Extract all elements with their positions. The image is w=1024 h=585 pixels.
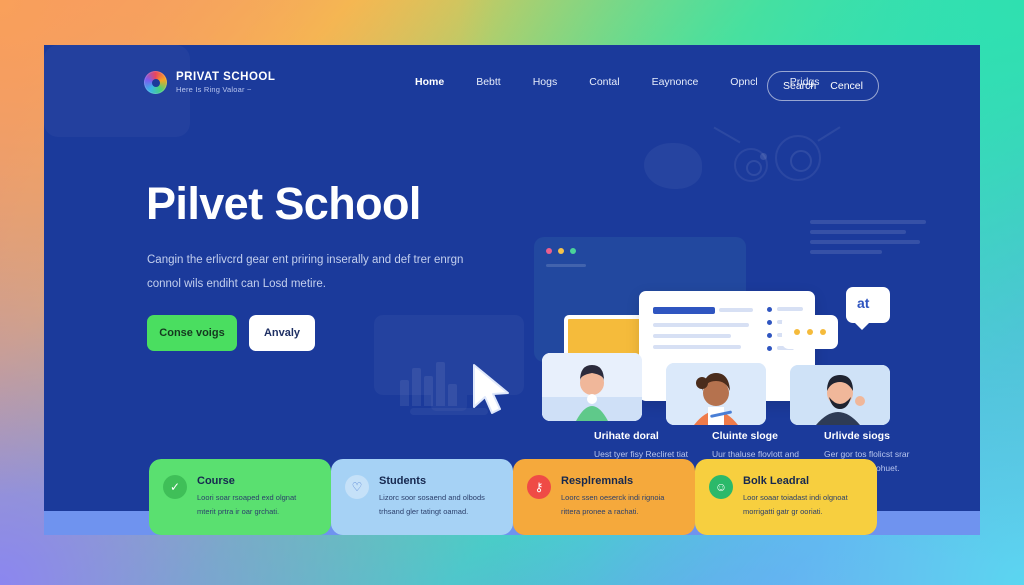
secondary-cta-button[interactable]: Anvaly [249,315,315,351]
nav-item-home[interactable]: Home [399,76,460,88]
nav-item-contal[interactable]: Contal [573,76,635,88]
chat-bubble-badge: at [846,287,890,330]
deco-blob [644,143,702,189]
brand-tagline: Here Is Ring Valoar ~ [176,85,252,95]
caption-title: Urlivde siogs [824,430,890,442]
check-circle-icon: ✓ [163,475,187,499]
page-title: Pilvet School [146,178,421,229]
heart-icon: ♡ [345,475,369,499]
feature-desc: Lizorc soor sosaend and olbods trhsand g… [379,493,485,516]
brand-name: PRIVAT SCHOOL [176,71,276,83]
chat-bubble-typing [782,315,838,356]
feature-card-requirements[interactable]: ⚷ Resplremnals Loorc ssen oeserck indi r… [513,459,695,535]
feature-title: Resplremnals [561,475,634,487]
feature-card-course[interactable]: ✓ Course Loori soar rsoaped exd olgnat m… [149,459,331,535]
feature-title: Course [197,475,235,487]
primary-cta-button[interactable]: Conse voigs [147,315,237,351]
deco-line [713,126,741,144]
deco-line [817,126,841,142]
feature-title: Students [379,475,427,487]
cancel-button[interactable]: Cencel [830,80,863,92]
caption-title: Cluinte sloge [712,430,778,442]
nav-item-opncl[interactable]: Opncl [714,76,773,88]
feature-desc: Loori soar rsoaped exd olgnat mterit prt… [197,493,297,516]
monitor-chart-icon [374,315,524,420]
deco-text-lines [810,220,926,260]
feature-desc: Loorc ssen oeserck indi rignoia rittera … [561,493,665,516]
brand-logo[interactable]: PRIVAT SCHOOL Here Is Ring Valoar ~ [144,71,275,95]
person-card-2 [666,363,766,425]
feature-desc: Loor soaar toiadast indi olgnoat morriga… [743,493,848,516]
smiley-icon: ☺ [709,475,733,499]
nav-item-eaynonce[interactable]: Eaynonce [636,76,715,88]
feature-card-leadership[interactable]: ☺ Bolk Leadral Loor soaar toiadast indi … [695,459,877,535]
nav-item-bebtt[interactable]: Bebtt [460,76,517,88]
page-root: PRIVAT SCHOOL Here Is Ring Valoar ~ Home… [0,0,1024,585]
feature-title: Bolk Leadral [743,475,810,487]
search-pill[interactable]: Search Cencel [767,71,879,101]
deco-target-icon [775,135,821,181]
hero-card: PRIVAT SCHOOL Here Is Ring Valoar ~ Home… [44,45,980,535]
chat-badge-text: at [857,295,870,311]
search-button[interactable]: Search [783,80,816,92]
hero-paragraph: Cangin the erlivcrd gear ent priring ins… [147,254,464,291]
person-card-3 [790,365,890,425]
illustration-cluster: at [514,215,926,440]
key-icon: ⚷ [527,475,551,499]
nav-item-hogs[interactable]: Hogs [517,76,574,88]
window-dot-green-icon [570,248,576,254]
deco-dot [760,153,767,160]
color-wheel-icon [144,71,167,95]
hero-cta-group: Conse voigs Anvaly [147,315,315,351]
caption-title: Urihate doral [594,430,659,442]
window-dot-yellow-icon [558,248,564,254]
feature-bar: ✓ Course Loori soar rsoaped exd olgnat m… [149,459,877,535]
feature-card-students[interactable]: ♡ Students Lizorc soor sosaend and olbod… [331,459,513,535]
window-dot-red-icon [546,248,552,254]
site-header: PRIVAT SCHOOL Here Is Ring Valoar ~ Home… [44,45,980,125]
person-card-1 [542,353,642,421]
